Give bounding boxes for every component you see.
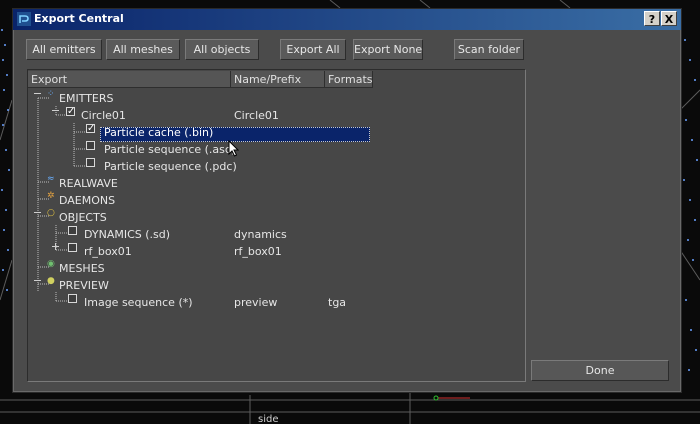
all-objects-button[interactable]: All objects: [185, 39, 259, 60]
scan-folder-button[interactable]: Scan folder: [454, 39, 524, 60]
tree-row-meshes[interactable]: ◉ MESHES: [28, 260, 523, 277]
realwave-icon: ≈: [47, 174, 55, 184]
all-emitters-button[interactable]: All emitters: [26, 39, 102, 60]
column-header-name-prefix[interactable]: Name/Prefix: [231, 71, 325, 88]
tree-row-image-sequence[interactable]: Image sequence (*) preview tga: [28, 294, 523, 311]
viewport-side-label: side: [258, 414, 279, 424]
format-value: tga: [328, 296, 347, 309]
collapse-icon[interactable]: [34, 277, 42, 285]
collapse-icon[interactable]: [52, 107, 60, 115]
preview-icon: ●: [47, 276, 55, 286]
name-prefix-value: Circle01: [234, 109, 279, 122]
tree-row-daemons[interactable]: ✲ DAEMONS: [28, 192, 523, 209]
done-button[interactable]: Done: [531, 360, 669, 381]
all-meshes-button[interactable]: All meshes: [106, 39, 180, 60]
tree-label: Image sequence (*): [84, 296, 193, 309]
name-prefix-value: rf_box01: [234, 245, 282, 258]
tree-label: Particle sequence (.pdc): [104, 160, 237, 173]
image-sequence-checkbox[interactable]: [68, 294, 77, 303]
tree-label: PREVIEW: [59, 279, 109, 292]
tree-row-particle-sequence-asc[interactable]: Particle sequence (.asc): [28, 141, 523, 158]
tree-label: MESHES: [59, 262, 105, 275]
rf-box01-checkbox[interactable]: [68, 243, 77, 252]
tree-row-dynamics[interactable]: DYNAMICS (.sd) dynamics: [28, 226, 523, 243]
tree-label: DYNAMICS (.sd): [84, 228, 171, 241]
tree-label: Particle sequence (.asc): [104, 143, 236, 156]
tree-row-emitters[interactable]: ⁘ EMITTERS: [28, 90, 523, 107]
tree-label: DAEMONS: [59, 194, 116, 207]
particle-cache-checkbox[interactable]: [86, 120, 95, 137]
collapse-icon[interactable]: [34, 209, 42, 217]
name-prefix-value: dynamics: [234, 228, 287, 241]
tree-row-circle01[interactable]: Circle01 Circle01: [28, 103, 523, 124]
particle-sequence-pdc-checkbox[interactable]: [86, 158, 95, 167]
export-central-dialog: Export Central ? X All emitters All mesh…: [12, 8, 682, 393]
tree-label: rf_box01: [84, 245, 132, 258]
name-prefix-value: preview: [234, 296, 278, 309]
export-none-button[interactable]: Export None: [353, 39, 423, 60]
mesh-icon: ◉: [47, 259, 55, 269]
particle-sequence-asc-checkbox[interactable]: [86, 141, 95, 150]
circle01-checkbox[interactable]: [66, 103, 75, 120]
tree-row-objects[interactable]: ○ OBJECTS: [28, 209, 523, 226]
tree-row-realwave[interactable]: ≈ REALWAVE: [28, 175, 523, 192]
tree-row-particle-cache[interactable]: Particle cache (.bin): [28, 120, 523, 141]
tree-row-rf-box01[interactable]: rf_box01 rf_box01: [28, 243, 523, 260]
collapse-icon[interactable]: [34, 90, 42, 98]
tree-label: OBJECTS: [59, 211, 107, 224]
tree-row-particle-sequence-pdc[interactable]: Particle sequence (.pdc): [28, 158, 523, 175]
expand-icon[interactable]: [52, 243, 60, 251]
help-button[interactable]: ?: [644, 11, 660, 26]
daemon-icon: ✲: [47, 191, 55, 201]
tree-label: Particle cache (.bin): [104, 126, 214, 139]
export-tree[interactable]: Export Name/Prefix Formats ⁘ EMITTERS ✓ …: [27, 69, 526, 382]
dynamics-checkbox[interactable]: [68, 226, 77, 235]
column-header-formats[interactable]: Formats: [325, 71, 373, 88]
realflow-app-icon: [17, 12, 31, 26]
window-title: Export Central: [34, 12, 124, 25]
emitter-icon: ⁘: [47, 89, 55, 99]
tree-row-preview[interactable]: ● PREVIEW: [28, 277, 523, 294]
export-all-button[interactable]: Export All: [280, 39, 346, 60]
title-bar[interactable]: Export Central ? X: [13, 9, 681, 30]
tree-label: REALWAVE: [59, 177, 118, 190]
close-button[interactable]: X: [661, 11, 677, 26]
object-icon: ○: [47, 208, 55, 218]
mouse-cursor-icon: [228, 140, 240, 157]
